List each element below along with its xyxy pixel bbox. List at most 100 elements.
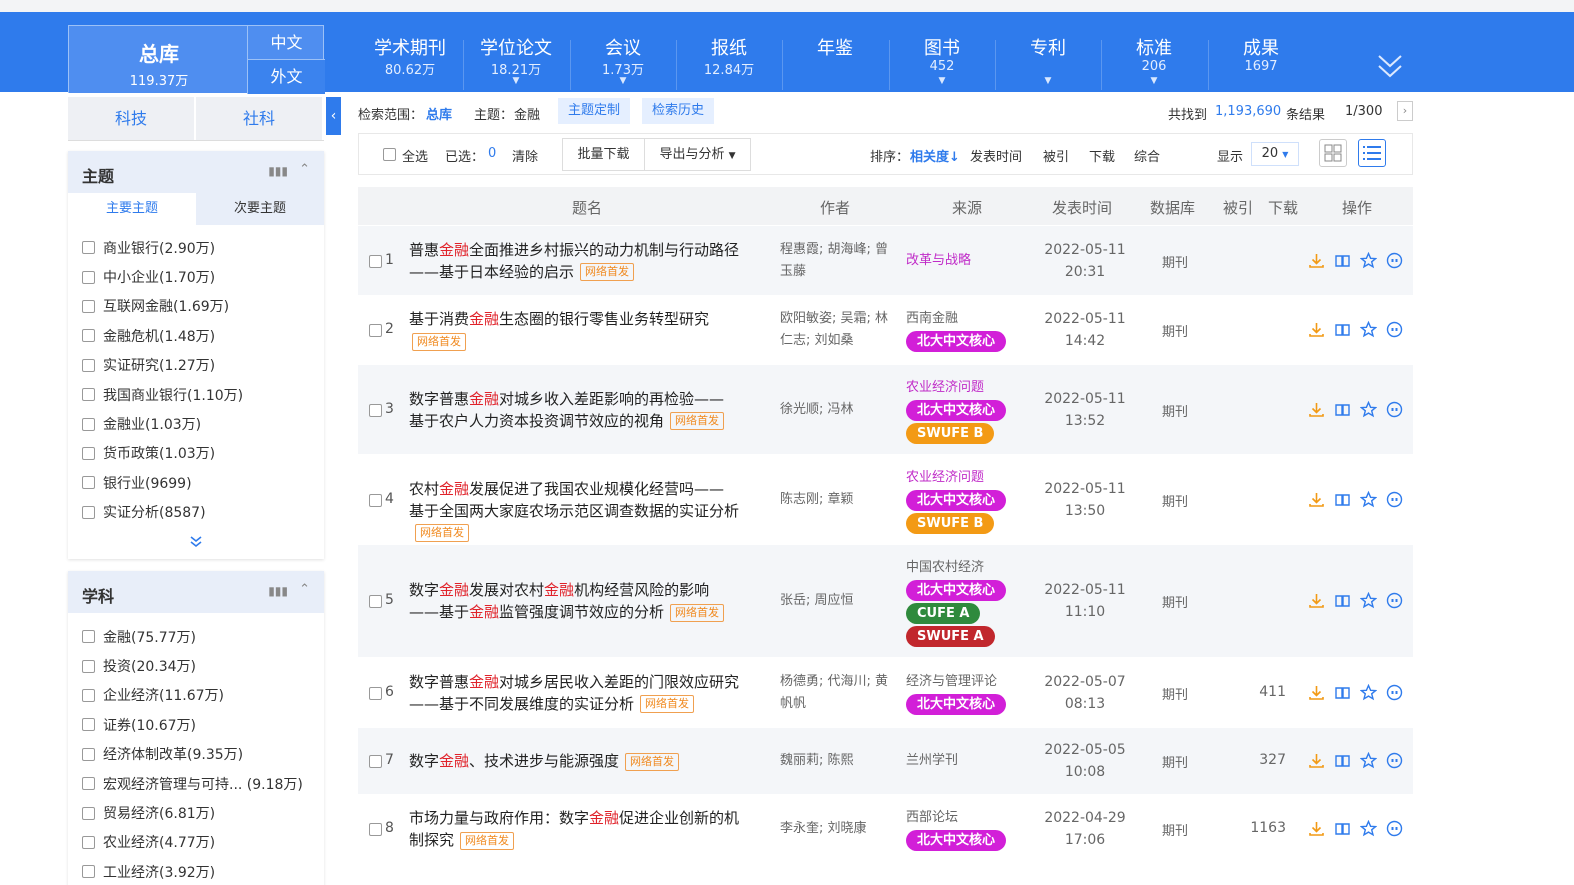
result-authors[interactable]: 欧阳敏姿; 吴霜; 林仁志; 刘如桑 <box>780 308 892 352</box>
facet-checkbox[interactable] <box>82 718 95 732</box>
facet-item[interactable]: 金融业(1.03万) <box>68 409 324 438</box>
download-icon[interactable] <box>1308 592 1325 609</box>
facet-item[interactable]: 工业经济(3.92万) <box>68 857 324 885</box>
download-icon[interactable] <box>1308 401 1325 418</box>
result-authors[interactable]: 李永奎; 刘晓康 <box>780 818 892 840</box>
facet-checkbox[interactable] <box>82 777 95 791</box>
database-tab-4[interactable]: 报纸 12.84万 <box>676 12 782 92</box>
favorite-star-icon[interactable] <box>1360 683 1377 701</box>
download-icon[interactable] <box>1308 820 1325 837</box>
sidebar-tab-social-sci[interactable]: 社科 <box>196 97 324 140</box>
result-title-link[interactable]: 基于消费金融生态圈的银行零售业务转型研究 网络首发 <box>409 308 769 352</box>
bar-chart-icon[interactable]: ▮▮▮ <box>268 164 288 178</box>
facet-checkbox[interactable] <box>82 358 95 372</box>
database-tab-9[interactable]: 成果 1697 <box>1208 12 1314 92</box>
read-icon[interactable] <box>1334 752 1351 769</box>
favorite-star-icon[interactable] <box>1360 820 1377 837</box>
download-icon[interactable] <box>1308 684 1325 701</box>
row-checkbox[interactable] <box>369 755 382 768</box>
result-source[interactable]: 改革与战略 <box>906 250 1046 272</box>
result-authors[interactable]: 杨德勇; 代海川; 黄帆帆 <box>780 671 892 715</box>
read-icon[interactable] <box>1334 684 1351 701</box>
favorite-star-icon[interactable] <box>1360 752 1377 769</box>
quote-icon[interactable] <box>1386 491 1403 508</box>
sort-download[interactable]: 下载 <box>1089 146 1115 165</box>
database-tab-3[interactable]: 会议 1.73万 ▼ <box>570 12 676 92</box>
facet-item[interactable]: 农业经济(4.77万) <box>68 828 324 857</box>
sidebar-tab-sci-tech[interactable]: 科技 <box>68 97 196 140</box>
scope-db[interactable]: 总库 <box>426 104 452 123</box>
facet-item[interactable]: 贸易经济(6.81万) <box>68 798 324 827</box>
database-tab-1[interactable]: 学术期刊 80.62万 <box>357 12 463 92</box>
facet-item[interactable]: 实证研究(1.27万) <box>68 351 324 380</box>
database-tab-total[interactable]: 总库 119.37万 中文 外文 <box>68 25 325 94</box>
read-icon[interactable] <box>1334 321 1351 338</box>
facet-item[interactable]: 宏观经济管理与可持... (9.18万) <box>68 769 324 798</box>
favorite-star-icon[interactable] <box>1360 400 1377 418</box>
sidebar-collapse-button[interactable]: ‹ <box>326 97 341 135</box>
grid-view-icon[interactable] <box>1319 139 1347 167</box>
chevron-up-icon[interactable]: ⌃ <box>299 162 310 177</box>
facet-item[interactable]: 我国商业银行(1.10万) <box>68 380 324 409</box>
result-source[interactable]: 经济与管理评论 <box>906 671 1046 693</box>
row-checkbox[interactable] <box>369 823 382 836</box>
facet-checkbox[interactable] <box>82 446 95 460</box>
read-icon[interactable] <box>1334 401 1351 418</box>
favorite-star-icon[interactable] <box>1360 321 1377 338</box>
next-page-button[interactable]: › <box>1397 101 1413 121</box>
facet-checkbox[interactable] <box>82 299 95 313</box>
subtab-main-topic[interactable]: 主要主题 <box>68 193 196 225</box>
database-tab-8[interactable]: 标准 206 ▼ <box>1101 12 1207 92</box>
page-size-select[interactable]: 20 ▼ <box>1251 142 1299 166</box>
lang-foreign-tab[interactable]: 外文 <box>247 60 325 94</box>
facet-item[interactable]: 实证分析(8587) <box>68 498 324 527</box>
facet-checkbox[interactable] <box>82 659 95 673</box>
result-title-link[interactable]: 数字金融、技术进步与能源强度 网络首发 <box>409 750 769 772</box>
quote-icon[interactable] <box>1386 592 1403 609</box>
bar-chart-icon[interactable]: ▮▮▮ <box>268 584 288 598</box>
read-icon[interactable] <box>1334 252 1351 269</box>
facet-checkbox[interactable] <box>82 476 95 490</box>
quote-icon[interactable] <box>1386 252 1403 269</box>
result-title-link[interactable]: 数字金融发展对农村金融机构经营风险的影响 ——基于金融监管强度调节效应的分析 网络首… <box>409 579 769 623</box>
download-icon[interactable] <box>1308 752 1325 769</box>
facet-checkbox[interactable] <box>82 806 95 820</box>
caret-down-icon[interactable]: ▼ <box>463 76 569 86</box>
result-title-link[interactable]: 数字普惠金融对城乡收入差距影响的再检验—— 基于农户人力资本投资调节效应的视角 网络… <box>409 388 769 432</box>
sort-cited[interactable]: 被引 <box>1043 146 1069 165</box>
result-source[interactable]: 中国农村经济 <box>906 557 1046 579</box>
facet-checkbox[interactable] <box>82 388 95 402</box>
facet-checkbox[interactable] <box>82 241 95 255</box>
result-authors[interactable]: 徐光顺; 冯林 <box>780 399 892 421</box>
facet-item[interactable]: 商业银行(2.90万) <box>68 233 324 262</box>
quote-icon[interactable] <box>1386 752 1403 769</box>
facet-item[interactable]: 货币政策(1.03万) <box>68 439 324 468</box>
result-source[interactable]: 西南金融 <box>906 308 1046 330</box>
result-source[interactable]: 西部论坛 <box>906 807 1046 829</box>
lang-chinese-tab[interactable]: 中文 <box>247 26 325 60</box>
quote-icon[interactable] <box>1386 321 1403 338</box>
clear-button[interactable]: 清除 <box>512 146 538 165</box>
facet-checkbox[interactable] <box>82 417 95 431</box>
result-authors[interactable]: 张岳; 周应恒 <box>780 590 892 612</box>
facet-item[interactable]: 互联网金融(1.69万) <box>68 292 324 321</box>
chevron-down-double-icon[interactable] <box>68 527 324 557</box>
facet-item[interactable]: 经济体制改革(9.35万) <box>68 740 324 769</box>
quote-icon[interactable] <box>1386 820 1403 837</box>
favorite-star-icon[interactable] <box>1360 490 1377 508</box>
row-checkbox[interactable] <box>369 595 382 608</box>
read-icon[interactable] <box>1334 592 1351 609</box>
database-tab-5[interactable]: 年鉴 <box>782 12 888 92</box>
result-title-link[interactable]: 数字普惠金融对城乡居民收入差距的门限效应研究 ——基于不同发展维度的实证分析 网络首… <box>409 671 769 715</box>
caret-down-icon[interactable]: ▼ <box>570 76 676 86</box>
read-icon[interactable] <box>1334 820 1351 837</box>
result-title-link[interactable]: 市场力量与政府作用：数字金融促进企业创新的机 制探究 网络首发 <box>409 807 769 851</box>
custom-topic-button[interactable]: 主题定制 <box>558 98 631 124</box>
database-tab-2[interactable]: 学位论文 18.21万 ▼ <box>463 12 569 92</box>
quote-icon[interactable] <box>1386 684 1403 701</box>
result-authors[interactable]: 陈志刚; 章颖 <box>780 489 892 511</box>
batch-download-button[interactable]: 批量下载 <box>562 138 645 171</box>
chevron-up-icon[interactable]: ⌃ <box>299 582 310 597</box>
facet-item[interactable]: 金融危机(1.48万) <box>68 321 324 350</box>
result-authors[interactable]: 魏丽莉; 陈熙 <box>780 750 892 772</box>
